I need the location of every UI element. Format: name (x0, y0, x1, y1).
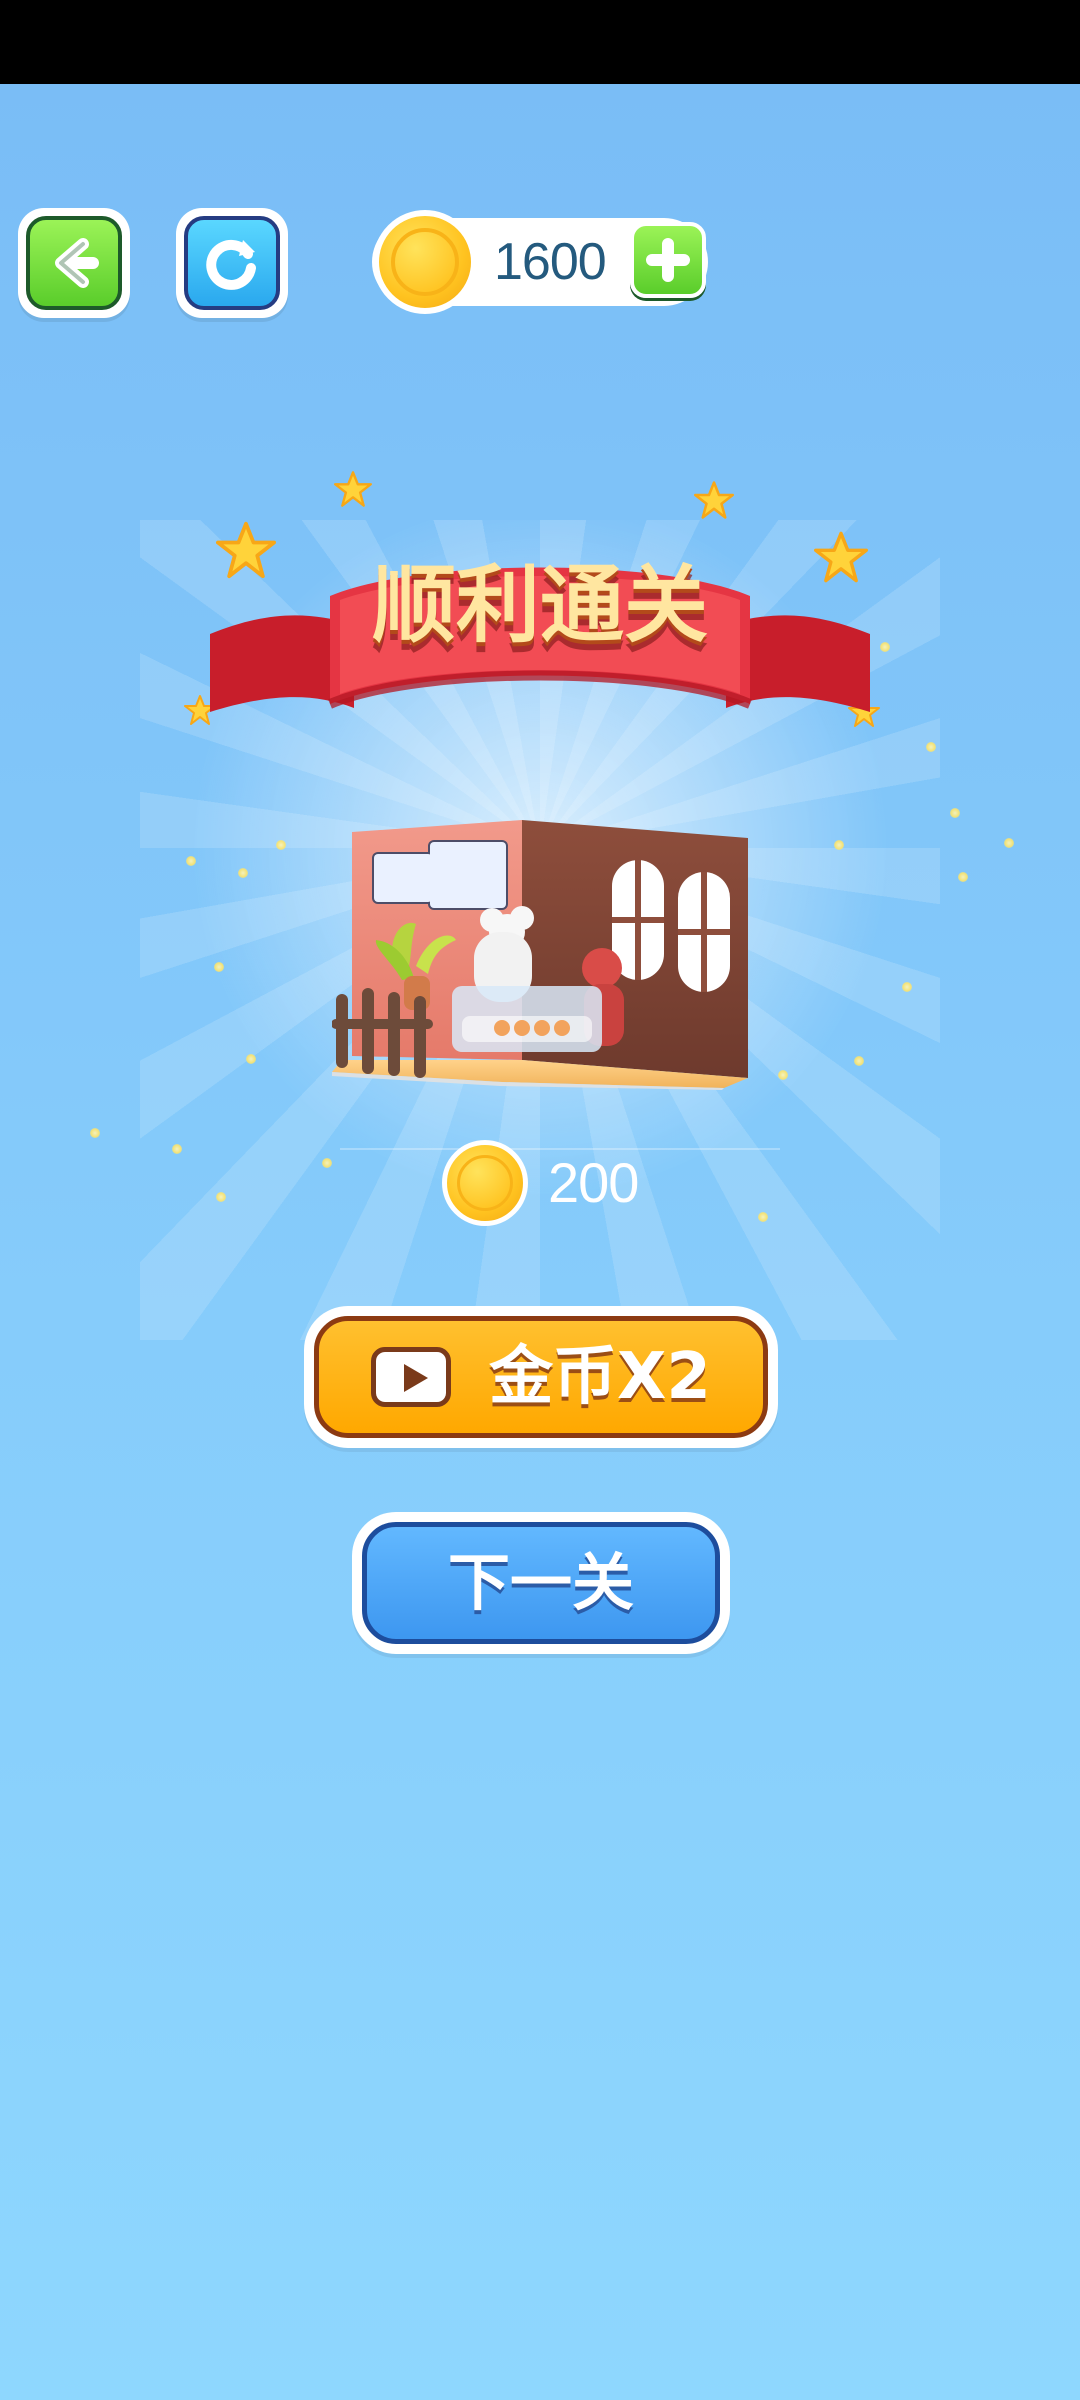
plus-icon (646, 238, 690, 282)
back-button[interactable] (18, 208, 130, 318)
sparkle (172, 1144, 182, 1154)
bakery-room-illustration (331, 820, 762, 1090)
star-icon (334, 470, 372, 508)
sparkle (902, 982, 912, 992)
sparkle (238, 868, 248, 878)
restart-button[interactable] (176, 208, 288, 318)
sparkle (216, 1192, 226, 1202)
next-level-button-inner: 下一关 (362, 1522, 720, 1644)
sparkle (1004, 838, 1014, 848)
double-coins-button-inner: 金币X2 (314, 1316, 768, 1438)
next-level-label: 下一关 (447, 1546, 634, 1619)
sparkle (778, 1070, 788, 1080)
sparkle (322, 1158, 332, 1168)
add-coins-button[interactable] (630, 222, 706, 298)
video-play-icon (371, 1347, 452, 1407)
next-level-button[interactable]: 下一关 (352, 1512, 730, 1654)
reward-coin-amount: 200 (548, 1151, 639, 1214)
sparkle (276, 840, 286, 850)
restart-button-inner (184, 216, 280, 310)
sparkle (758, 1212, 768, 1222)
sparkle (186, 856, 196, 866)
coin-balance: 1600 (494, 233, 607, 291)
restart-icon (206, 239, 256, 290)
back-button-inner (26, 216, 122, 310)
back-arrow-icon (55, 238, 99, 288)
sparkle (926, 742, 936, 752)
coin-icon (373, 210, 477, 314)
sparkle (880, 642, 890, 652)
sparkle (834, 840, 844, 850)
sparkle (90, 1128, 100, 1138)
level-complete-title: 顺利通关 (371, 556, 708, 654)
star-icon (694, 480, 734, 520)
sparkle (854, 1056, 864, 1066)
double-coins-label: 金币X2 (489, 1340, 711, 1414)
double-coins-button[interactable]: 金币X2 (304, 1306, 778, 1448)
sparkle (958, 872, 968, 882)
sparkle (950, 808, 960, 818)
sparkle (246, 1054, 256, 1064)
status-bar (0, 0, 1080, 84)
coin-icon (442, 1140, 528, 1226)
sparkle (214, 962, 224, 972)
